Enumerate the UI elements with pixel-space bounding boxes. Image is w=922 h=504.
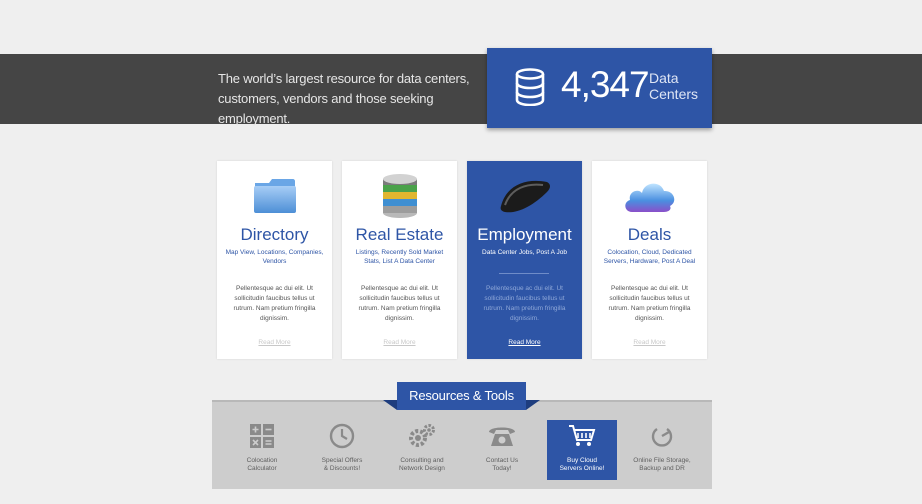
card-body: Pellentesque ac dui elit. Ut sollicitudi… — [608, 285, 691, 322]
resource-label-line2: Servers Online! — [559, 465, 605, 472]
data-center-count-box[interactable]: 4,347 Data Centers — [487, 48, 712, 128]
resource-label: Contact Us Today! — [467, 457, 537, 473]
card-employment[interactable]: Employment Data Center Jobs, Post A Job … — [467, 161, 582, 359]
hero-tagline-line1: The world’s largest resource for data ce… — [218, 71, 470, 86]
gears-icon — [409, 424, 435, 447]
phone-icon — [489, 427, 515, 446]
card-subtitle: Data Center Jobs, Post A Job — [482, 249, 567, 256]
card-body: Pellentesque ac dui elit. Ut sollicitudi… — [233, 285, 316, 322]
resources-tab-ear-left — [383, 400, 397, 410]
card-divider — [499, 273, 549, 274]
resource-label-line2: Calculator — [247, 465, 277, 472]
clock-icon — [329, 423, 355, 449]
card-real-estate[interactable]: Real Estate Listings, Recently Sold Mark… — [342, 161, 457, 359]
card-body: Pellentesque ac dui elit. Ut sollicitudi… — [358, 285, 441, 322]
resource-buy-cloud-servers[interactable]: Buy Cloud Servers Online! — [547, 420, 617, 480]
resource-consulting[interactable]: Consulting and Network Design — [387, 420, 457, 480]
stat-label-line1: Data — [649, 70, 679, 86]
card-title: Real Estate — [355, 225, 444, 244]
server-stack-icon — [382, 174, 417, 218]
cart-icon — [569, 425, 596, 446]
power-icon — [651, 428, 673, 447]
resource-label: Colocation Calculator — [227, 457, 297, 473]
resource-label-line1: Contact Us — [485, 457, 519, 464]
data-center-count: 4,347 — [561, 64, 650, 105]
card-subtitle: Listings, Recently Sold Market Stats, Li… — [355, 249, 444, 265]
hero-tagline-line2: customers, vendors and those seeking emp… — [218, 91, 434, 126]
resource-label: Consulting and Network Design — [387, 457, 457, 473]
resource-label-line2: & Discounts! — [323, 465, 361, 472]
data-center-label: Data Centers — [649, 70, 698, 102]
hero-tagline: The world’s largest resource for data ce… — [218, 69, 478, 129]
read-more-link[interactable]: Read More — [217, 339, 332, 346]
card-subtitle: Colocation, Cloud, Dedicated Servers, Ha… — [603, 249, 696, 265]
card-title: Deals — [627, 225, 672, 244]
read-more-link[interactable]: Read More — [342, 339, 457, 346]
card-directory[interactable]: Directory Map View, Locations, Companies… — [217, 161, 332, 359]
resource-label-line2: Backup and DR — [639, 465, 685, 472]
calculator-icon — [250, 424, 274, 448]
cloud-icon — [624, 183, 674, 212]
resource-label-line1: Colocation — [246, 457, 278, 464]
resource-label-line1: Special Offers — [321, 457, 363, 464]
card-subtitle: Map View, Locations, Companies, Vendors — [225, 249, 324, 265]
resource-label-line1: Buy Cloud — [567, 457, 597, 464]
card-title: Employment — [477, 225, 572, 244]
resource-label: Buy Cloud Servers Online! — [547, 457, 617, 473]
resource-label-line2: Today! — [492, 465, 512, 472]
read-more-link[interactable]: Read More — [592, 339, 707, 346]
resource-label-line2: Network Design — [399, 465, 445, 472]
resource-colocation-calculator[interactable]: Colocation Calculator — [227, 420, 297, 480]
database-icon — [515, 68, 545, 106]
card-body: Pellentesque ac dui elit. Ut sollicitudi… — [483, 285, 566, 322]
resource-special-offers[interactable]: Special Offers & Discounts! — [307, 420, 377, 480]
resources-tab-ear-right — [526, 400, 540, 410]
resource-label-line1: Online File Storage, — [633, 457, 691, 464]
resource-label-line1: Consulting and — [400, 457, 444, 464]
folder-icon — [253, 179, 296, 213]
resource-label: Online File Storage, Backup and DR — [627, 457, 697, 473]
read-more-link[interactable]: Read More — [467, 339, 582, 346]
stat-label-line2: Centers — [649, 86, 699, 102]
resource-online-file-storage[interactable]: Online File Storage, Backup and DR — [627, 420, 697, 480]
resources-title: Resources & Tools — [397, 382, 526, 410]
mouse-icon — [500, 180, 550, 213]
card-title: Directory — [240, 225, 309, 244]
resource-contact-us[interactable]: Contact Us Today! — [467, 420, 537, 480]
resource-label: Special Offers & Discounts! — [307, 457, 377, 473]
card-deals[interactable]: Deals Colocation, Cloud, Dedicated Serve… — [592, 161, 707, 359]
